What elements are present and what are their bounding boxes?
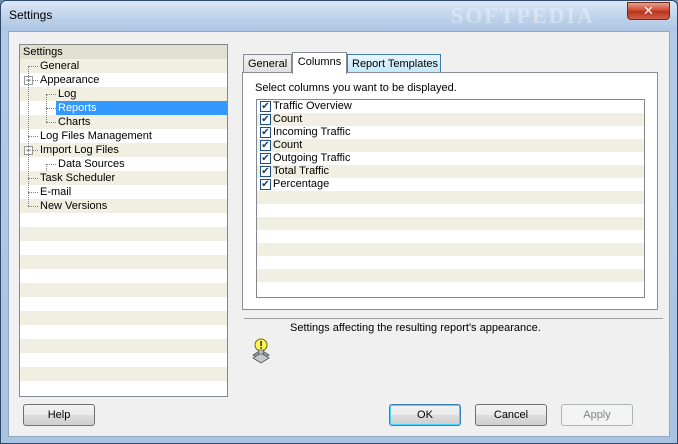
tree-guide <box>46 164 47 171</box>
tree-item-label: Task Scheduler <box>40 172 116 184</box>
column-empty-row <box>257 204 644 217</box>
tree-empty-row <box>20 241 227 255</box>
column-label: Incoming Traffic <box>273 126 351 138</box>
column-row[interactable]: ✔ Count <box>257 113 644 126</box>
settings-description: Settings affecting the resulting report'… <box>290 322 541 334</box>
tree-row[interactable]: − Import Log Files <box>20 143 227 157</box>
tree-guide <box>46 94 47 122</box>
column-row[interactable]: ✔ Traffic Overview <box>257 100 644 113</box>
tree-row[interactable]: Charts <box>20 115 227 129</box>
column-checkbox[interactable]: ✔ <box>260 101 271 112</box>
tree-connector <box>46 122 56 123</box>
column-label: Outgoing Traffic <box>273 152 351 164</box>
tree-empty-row <box>20 255 227 269</box>
tree-connector <box>28 136 38 137</box>
column-checkbox[interactable]: ✔ <box>260 114 271 125</box>
columns-list[interactable]: ✔ Traffic Overview ✔ Count ✔ Incoming Traffic… <box>256 99 645 298</box>
tab-report-templates[interactable]: Report Templates <box>347 54 441 74</box>
tree-row[interactable]: − Appearance <box>20 73 227 87</box>
tree-row[interactable]: Settings <box>20 45 227 59</box>
tree-connector <box>28 178 38 179</box>
column-row[interactable]: ✔ Incoming Traffic <box>257 126 644 139</box>
tree-row[interactable]: Task Scheduler <box>20 171 227 185</box>
tree-item-label: General <box>40 60 80 72</box>
column-label: Total Traffic <box>273 165 330 177</box>
lightbulb-icon <box>252 338 270 364</box>
tree-row[interactable]: Reports <box>20 101 227 115</box>
separator <box>244 318 663 319</box>
column-checkbox[interactable]: ✔ <box>260 153 271 164</box>
column-empty-row <box>257 256 644 269</box>
tree-item-label: Settings <box>23 46 63 58</box>
column-checkbox[interactable]: ✔ <box>260 127 271 138</box>
tree-guide <box>28 66 29 206</box>
tree-empty-row <box>20 283 227 297</box>
column-empty-row <box>257 230 644 243</box>
tree-connector <box>46 108 56 109</box>
tree-item-label: Charts <box>58 116 91 128</box>
tree-item-label: New Versions <box>40 200 108 212</box>
dialog-body: Settings General − Appearance Log Reports Char… <box>8 31 670 437</box>
settings-window: Settings SOFTPEDIA ✕ Settings General − App… <box>0 0 678 444</box>
tree-empty-row <box>20 353 227 367</box>
column-empty-row <box>257 191 644 204</box>
tree-row[interactable]: Log <box>20 87 227 101</box>
column-checkbox[interactable]: ✔ <box>260 179 271 190</box>
tree-empty-row <box>20 311 227 325</box>
tree-item-label: E-mail <box>40 186 72 198</box>
ok-button[interactable]: OK <box>389 404 461 426</box>
column-empty-row <box>257 243 644 256</box>
column-row[interactable]: ✔ Percentage <box>257 178 644 191</box>
settings-tree[interactable]: Settings General − Appearance Log Reports Char… <box>19 44 228 397</box>
column-label: Count <box>273 139 303 151</box>
title-bar[interactable]: Settings SOFTPEDIA ✕ <box>1 1 677 31</box>
column-checkbox[interactable]: ✔ <box>260 140 271 151</box>
column-row[interactable]: ✔ Outgoing Traffic <box>257 152 644 165</box>
tree-empty-row <box>20 227 227 241</box>
tree-connector <box>28 66 38 67</box>
window-title: Settings <box>9 8 53 22</box>
column-label: Percentage <box>273 178 330 190</box>
column-empty-row <box>257 269 644 282</box>
tree-item-label: Log <box>58 88 77 100</box>
column-empty-row <box>257 282 644 295</box>
tab-general[interactable]: General <box>243 54 292 74</box>
column-empty-row <box>257 217 644 230</box>
tree-empty-row <box>20 381 227 395</box>
cancel-button[interactable]: Cancel <box>475 404 547 426</box>
tree-empty-row <box>20 367 227 381</box>
tab-columns[interactable]: Columns <box>292 52 347 74</box>
tree-connector <box>28 206 38 207</box>
column-label: Count <box>273 113 303 125</box>
tree-row[interactable]: General <box>20 59 227 73</box>
tree-empty-row <box>20 325 227 339</box>
column-row[interactable]: ✔ Total Traffic <box>257 165 644 178</box>
tree-empty-row <box>20 297 227 311</box>
tree-item-label: Appearance <box>40 74 100 86</box>
tree-row[interactable]: E-mail <box>20 185 227 199</box>
close-button[interactable]: ✕ <box>627 2 670 20</box>
tab-page-columns: Select columns you want to be displayed.… <box>242 72 658 310</box>
tree-row[interactable]: Log Files Management <box>20 129 227 143</box>
close-icon: ✕ <box>643 3 654 18</box>
tree-item-label: Log Files Management <box>40 130 152 142</box>
watermark: SOFTPEDIA <box>451 3 595 28</box>
tree-row[interactable]: New Versions <box>20 199 227 213</box>
tree-row[interactable]: Data Sources <box>20 157 227 171</box>
columns-instruction: Select columns you want to be displayed. <box>255 82 457 94</box>
tree-empty-row <box>20 269 227 283</box>
help-button[interactable]: Help <box>23 404 95 426</box>
tree-empty-row <box>20 213 227 227</box>
tree-item-label: Import Log Files <box>40 144 119 156</box>
column-label: Traffic Overview <box>273 100 352 112</box>
column-checkbox[interactable]: ✔ <box>260 166 271 177</box>
tree-item-label: Data Sources <box>58 158 125 170</box>
tree-connector <box>46 94 56 95</box>
tree-connector <box>46 164 56 165</box>
apply-button[interactable]: Apply <box>561 404 633 426</box>
tree-empty-row <box>20 339 227 353</box>
tree-item-label: Reports <box>56 101 227 115</box>
tree-connector <box>28 192 38 193</box>
column-row[interactable]: ✔ Count <box>257 139 644 152</box>
